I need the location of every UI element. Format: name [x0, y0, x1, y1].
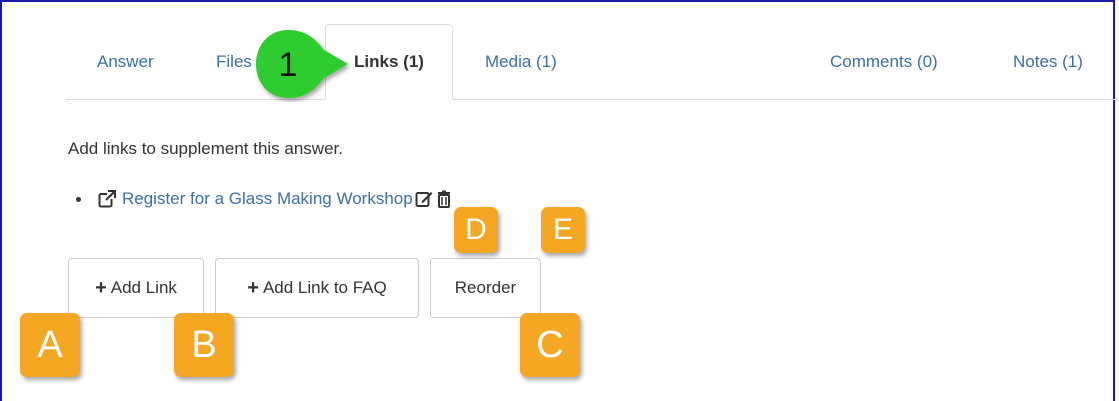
reorder-button[interactable]: Reorder: [430, 258, 541, 318]
trash-icon[interactable]: [435, 190, 453, 208]
link-list-item: Register for a Glass Making Workshop: [76, 189, 453, 209]
tab-answer[interactable]: Answer: [97, 24, 154, 100]
link-register-workshop[interactable]: Register for a Glass Making Workshop: [122, 189, 413, 209]
add-link-faq-label: Add Link to FAQ: [262, 278, 387, 297]
add-link-label: Add Link: [110, 278, 177, 297]
badge-c: C: [520, 313, 580, 377]
edit-icon[interactable]: [415, 190, 433, 208]
plus-icon: +: [95, 276, 107, 299]
external-link-icon: [98, 190, 116, 208]
step-callout: 1: [256, 30, 348, 98]
callout-number: 1: [279, 46, 298, 84]
add-link-button[interactable]: + Add Link: [68, 258, 204, 318]
badge-a: A: [20, 313, 80, 377]
tab-bar: Answer Files Links (1) Media (1) Comment…: [66, 24, 1119, 100]
badge-e: E: [541, 207, 585, 253]
tab-notes[interactable]: Notes (1): [1013, 24, 1083, 100]
tab-comments[interactable]: Comments (0): [830, 24, 938, 100]
plus-icon: +: [247, 276, 259, 299]
badge-b: B: [174, 313, 234, 377]
add-link-to-faq-button[interactable]: + Add Link to FAQ: [215, 258, 419, 318]
badge-d: D: [454, 207, 498, 253]
tab-media[interactable]: Media (1): [485, 24, 557, 100]
tab-files[interactable]: Files: [216, 24, 256, 100]
reorder-label: Reorder: [454, 278, 517, 297]
bullet: [76, 196, 81, 202]
intro-text: Add links to supplement this answer.: [68, 139, 343, 158]
